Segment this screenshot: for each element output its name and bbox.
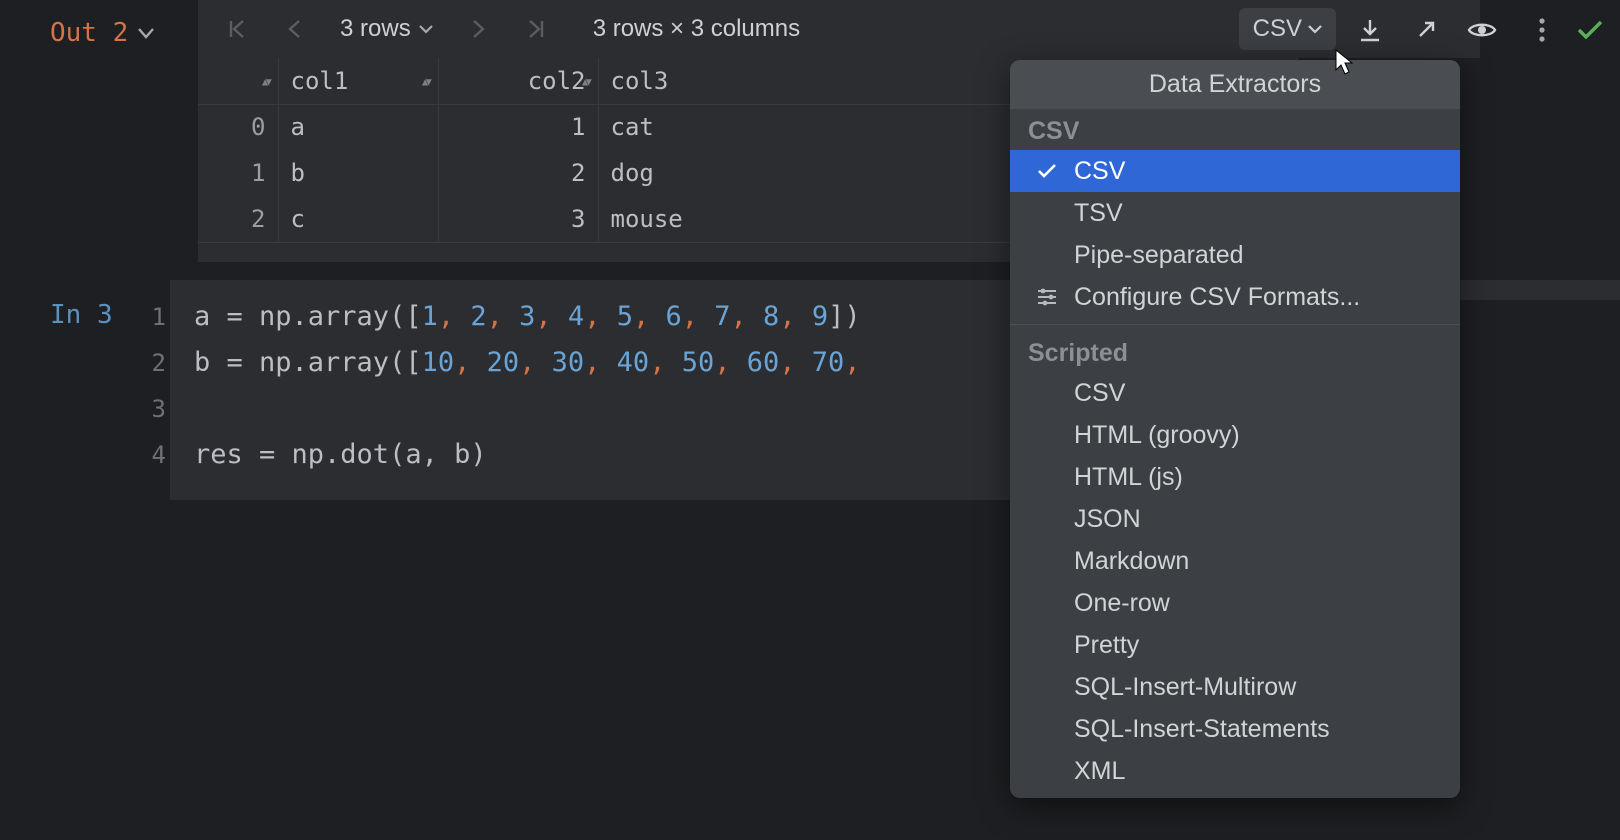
menu-item-label: Pipe-separated <box>1074 241 1442 270</box>
menu-item-label: SQL-Insert-Multirow <box>1074 673 1442 702</box>
menu-item-label: HTML (js) <box>1074 463 1442 492</box>
menu-item[interactable]: Pretty <box>1010 624 1460 666</box>
table-cell[interactable]: a <box>278 104 438 150</box>
menu-item[interactable]: XML <box>1010 750 1460 792</box>
menu-item[interactable]: One-row <box>1010 582 1460 624</box>
output-cell-label[interactable]: Out 2 <box>50 18 154 48</box>
menu-item-label: Pretty <box>1074 631 1442 660</box>
index-column-header[interactable]: ▴▾ <box>198 58 278 104</box>
menu-section-heading: CSV <box>1010 109 1460 150</box>
menu-item-label: SQL-Insert-Statements <box>1074 715 1442 744</box>
eye-icon[interactable] <box>1460 10 1504 50</box>
check-icon <box>1568 10 1612 50</box>
data-extractors-menu: Data ExtractorsCSVCSVTSVPipe-separatedCo… <box>1010 60 1460 798</box>
next-page-button[interactable] <box>461 8 497 50</box>
menu-item-label: CSV <box>1074 157 1442 186</box>
sort-icon: ▴▾ <box>580 71 587 90</box>
menu-item[interactable]: SQL-Insert-Multirow <box>1010 666 1460 708</box>
sliders-icon <box>1034 287 1060 307</box>
dimensions-label: 3 rows × 3 columns <box>593 15 800 43</box>
extractor-label: CSV <box>1253 15 1302 43</box>
menu-title: Data Extractors <box>1010 60 1460 109</box>
menu-item[interactable]: Configure CSV Formats... <box>1010 276 1460 318</box>
menu-item[interactable]: Pipe-separated <box>1010 234 1460 276</box>
menu-item[interactable]: HTML (js) <box>1010 456 1460 498</box>
menu-item[interactable]: Markdown <box>1010 540 1460 582</box>
row-index: 2 <box>198 196 278 242</box>
menu-item-label: Configure CSV Formats... <box>1074 283 1442 312</box>
menu-item-label: CSV <box>1074 379 1442 408</box>
last-page-button[interactable] <box>515 8 557 50</box>
menu-item-label: JSON <box>1074 505 1442 534</box>
sort-icon: ▴▾ <box>260 71 267 90</box>
extractor-dropdown[interactable]: CSV <box>1239 8 1336 50</box>
row-index: 1 <box>198 150 278 196</box>
menu-item[interactable]: JSON <box>1010 498 1460 540</box>
prev-page-button[interactable] <box>276 8 312 50</box>
table-cell[interactable]: c <box>278 196 438 242</box>
row-count-dropdown[interactable]: 3 rows <box>330 15 443 43</box>
menu-item-label: HTML (groovy) <box>1074 421 1442 450</box>
column-header[interactable]: col1▴▾ <box>278 58 438 104</box>
open-external-icon[interactable] <box>1404 10 1448 50</box>
code-gutter: 1 2 3 4 <box>130 294 166 478</box>
menu-item[interactable]: CSV <box>1010 150 1460 192</box>
table-cell[interactable]: 3 <box>438 196 598 242</box>
menu-item[interactable]: TSV <box>1010 192 1460 234</box>
menu-item-label: XML <box>1074 757 1442 786</box>
menu-item-label: TSV <box>1074 199 1442 228</box>
menu-item-label: Markdown <box>1074 547 1442 576</box>
download-icon[interactable] <box>1348 10 1392 50</box>
table-cell[interactable]: 1 <box>438 104 598 150</box>
table-cell[interactable]: b <box>278 150 438 196</box>
menu-item[interactable]: SQL-Insert-Statements <box>1010 708 1460 750</box>
check-icon <box>1034 163 1060 179</box>
out-label-text: Out 2 <box>50 18 128 48</box>
menu-separator <box>1010 324 1460 325</box>
more-icon[interactable] <box>1520 10 1564 50</box>
row-count-label: 3 rows <box>340 15 411 43</box>
menu-item-label: One-row <box>1074 589 1442 618</box>
chevron-down-icon <box>138 27 154 39</box>
menu-item[interactable]: CSV <box>1010 372 1460 414</box>
row-index: 0 <box>198 104 278 150</box>
menu-item[interactable]: HTML (groovy) <box>1010 414 1460 456</box>
sort-icon: ▴▾ <box>420 71 427 90</box>
table-cell[interactable]: 2 <box>438 150 598 196</box>
input-cell-label[interactable]: In 3 <box>50 300 113 330</box>
menu-section-heading: Scripted <box>1010 331 1460 372</box>
first-page-button[interactable] <box>216 8 258 50</box>
column-header[interactable]: col2▴▾ <box>438 58 598 104</box>
